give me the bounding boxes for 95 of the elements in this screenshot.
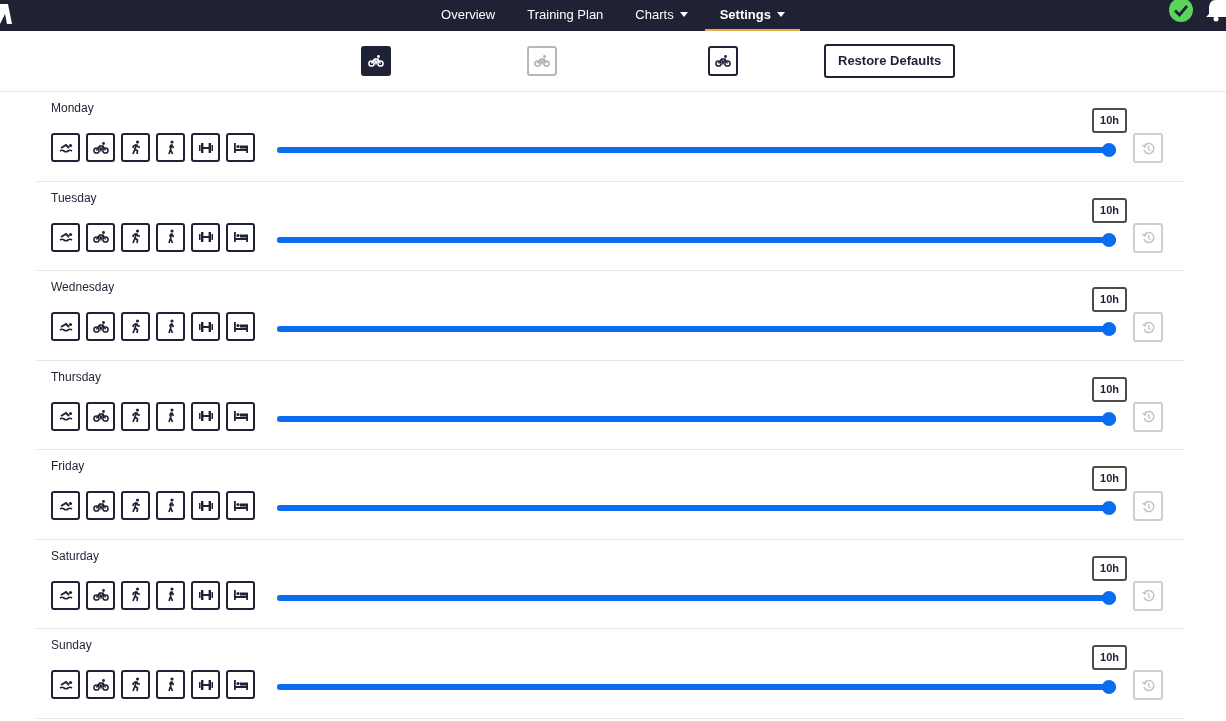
nav-tab[interactable]: Charts bbox=[620, 0, 703, 31]
activity-button[interactable] bbox=[86, 670, 115, 699]
activity-button[interactable] bbox=[51, 133, 80, 162]
activity-button[interactable] bbox=[51, 312, 80, 341]
day-label: Friday bbox=[51, 459, 86, 473]
bell-icon[interactable] bbox=[1205, 0, 1226, 22]
activity-button[interactable] bbox=[226, 670, 255, 699]
slider-value-label: 10h bbox=[1092, 376, 1127, 402]
history-icon bbox=[1141, 678, 1155, 692]
activity-button[interactable] bbox=[86, 401, 115, 431]
dumbbell-icon bbox=[197, 408, 214, 424]
activity-button[interactable] bbox=[121, 222, 150, 252]
activity-button[interactable] bbox=[191, 670, 220, 699]
activity-button[interactable] bbox=[86, 580, 115, 610]
bed-icon bbox=[232, 408, 249, 424]
dumbbell-icon bbox=[197, 587, 214, 603]
bed-icon bbox=[232, 229, 249, 245]
slider-value-label: 10h bbox=[1092, 197, 1127, 223]
activity-button[interactable] bbox=[226, 401, 255, 431]
dumbbell-icon bbox=[197, 229, 214, 245]
nav-tab[interactable]: Training Plan bbox=[512, 0, 619, 31]
activity-button[interactable] bbox=[226, 312, 255, 341]
bicycle-icon bbox=[92, 410, 109, 422]
activity-button[interactable] bbox=[51, 580, 80, 610]
activity-button[interactable] bbox=[191, 312, 220, 341]
activity-button[interactable] bbox=[121, 133, 150, 162]
history-icon bbox=[1141, 589, 1155, 602]
bicycle-icon bbox=[92, 589, 109, 601]
nav-tab[interactable]: Overview bbox=[426, 0, 511, 31]
activity-button[interactable] bbox=[191, 133, 220, 162]
logo-icon bbox=[0, 4, 12, 24]
slider-thumb[interactable] bbox=[1102, 322, 1116, 336]
day-label: Saturday bbox=[51, 548, 101, 563]
activity-button[interactable] bbox=[121, 312, 150, 341]
bicycle-button[interactable] bbox=[708, 46, 738, 76]
activity-button[interactable] bbox=[226, 580, 255, 610]
day-label: Wednesday bbox=[51, 280, 116, 294]
slider-thumb[interactable] bbox=[1102, 590, 1116, 605]
activity-button[interactable] bbox=[86, 133, 115, 162]
slider-value-label: 10h bbox=[1092, 108, 1127, 133]
bicycle-button[interactable] bbox=[361, 46, 391, 76]
activity-button[interactable] bbox=[86, 491, 115, 520]
activity-button[interactable] bbox=[121, 580, 150, 610]
history-icon bbox=[1141, 141, 1155, 155]
slider-value-label: 10h bbox=[1092, 555, 1127, 581]
history-icon bbox=[1141, 231, 1155, 244]
slider-value-label: 10h bbox=[1092, 466, 1127, 491]
activity-button[interactable] bbox=[156, 312, 185, 341]
slider-thumb[interactable] bbox=[1102, 411, 1116, 426]
activity-button[interactable] bbox=[51, 670, 80, 699]
activity-button[interactable] bbox=[121, 491, 150, 520]
history-icon bbox=[1141, 410, 1155, 423]
activity-button[interactable] bbox=[51, 491, 80, 520]
nav-tab[interactable]: Settings bbox=[704, 0, 800, 31]
activity-button[interactable] bbox=[86, 222, 115, 252]
activity-button[interactable] bbox=[156, 133, 185, 162]
activity-button[interactable] bbox=[226, 491, 255, 520]
activity-button[interactable] bbox=[51, 401, 80, 431]
activity-button[interactable] bbox=[156, 401, 185, 431]
bicycle-icon bbox=[92, 678, 109, 691]
bicycle-icon bbox=[92, 320, 109, 333]
day-label: Monday bbox=[51, 101, 95, 115]
activity-button[interactable] bbox=[191, 491, 220, 520]
day-label: Thursday bbox=[51, 369, 103, 384]
slider-thumb[interactable] bbox=[1102, 501, 1116, 515]
history-icon bbox=[1141, 320, 1155, 334]
slider-thumb[interactable] bbox=[1102, 680, 1116, 694]
day-label: Tuesday bbox=[51, 190, 98, 205]
activity-button[interactable] bbox=[191, 401, 220, 431]
activity-button[interactable] bbox=[191, 222, 220, 252]
slider-thumb[interactable] bbox=[1102, 143, 1116, 157]
activity-button[interactable] bbox=[156, 670, 185, 699]
slider-value-label: 10h bbox=[1092, 287, 1127, 312]
activity-button[interactable] bbox=[191, 580, 220, 610]
activity-button[interactable] bbox=[86, 312, 115, 341]
bed-icon bbox=[232, 587, 249, 603]
restore-defaults-button[interactable]: Restore Defaults bbox=[824, 44, 956, 78]
activity-button[interactable] bbox=[156, 580, 185, 610]
day-label: Sunday bbox=[51, 638, 93, 652]
bicycle-icon bbox=[368, 55, 384, 67]
activity-button[interactable] bbox=[156, 491, 185, 520]
activity-button[interactable] bbox=[226, 222, 255, 252]
history-icon bbox=[1141, 499, 1155, 513]
bicycle-icon bbox=[715, 55, 731, 67]
bicycle-icon bbox=[92, 141, 109, 154]
bicycle-icon bbox=[92, 231, 109, 243]
slider-thumb[interactable] bbox=[1102, 232, 1116, 247]
activity-button[interactable] bbox=[51, 222, 80, 252]
bicycle-icon bbox=[92, 499, 109, 512]
slider-value-label: 10h bbox=[1092, 645, 1127, 670]
activity-button[interactable] bbox=[121, 401, 150, 431]
activity-button[interactable] bbox=[156, 222, 185, 252]
bicycle-icon bbox=[534, 55, 550, 67]
activity-button[interactable] bbox=[226, 133, 255, 162]
activity-button[interactable] bbox=[121, 670, 150, 699]
